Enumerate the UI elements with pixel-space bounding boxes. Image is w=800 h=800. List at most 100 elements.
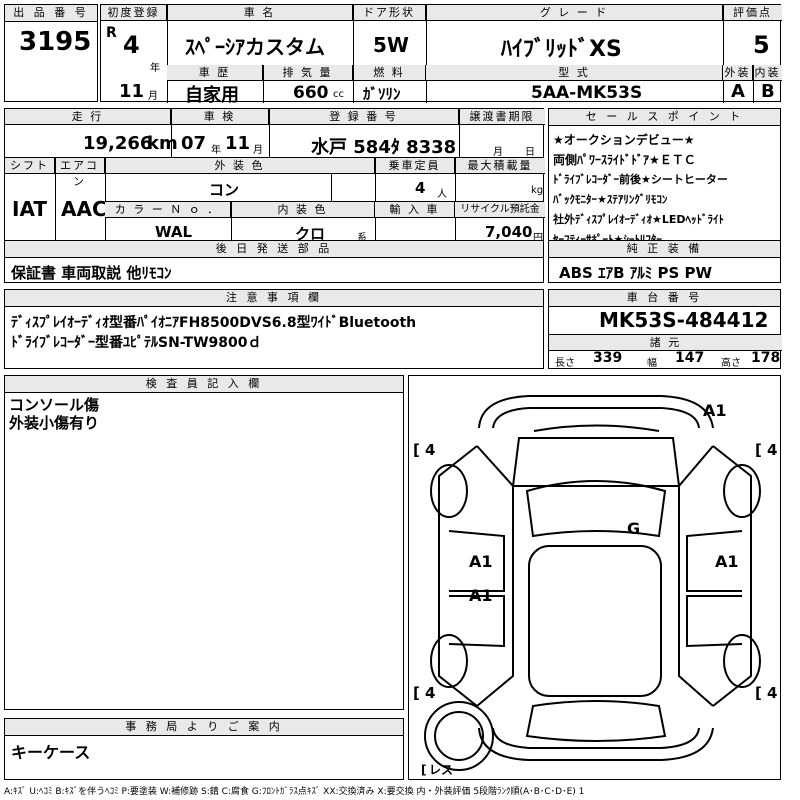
later-parts-value: 保証書 車両取説 他ﾘﾓｺﾝ [11, 264, 172, 282]
notes-label: 注 意 事 項 欄 [5, 290, 543, 307]
sales-point-line: 社外ﾃﾞｨｽﾌﾟﾚｲｵｰﾃﾞｨｵ★LEDﾍｯﾄﾞﾗｲﾄ [553, 213, 725, 226]
car-diagram: A1 G A1 A1 A1 [ 4 [ 4 [ 4 [ 4 [ レス [413, 395, 777, 777]
tire-fl-value: 4 [425, 441, 435, 459]
spare-tire-value: レス [429, 763, 453, 777]
tire-bracket: [ [413, 684, 420, 702]
transfer-month-unit: 月 [493, 147, 503, 158]
notes-line-1: ﾃﾞｨｽﾌﾟﾚｲｵｰﾃﾞｨｵ型番ﾊﾟｲｵﾆｱFH8500DVS6.8型ﾜｲﾄﾞB… [11, 315, 417, 331]
score-label: 評価点 [723, 5, 782, 21]
chassis-box: 車 台 番 号 MK53S-484412 諸 元 長さ 339 幅 147 高さ… [548, 289, 782, 369]
tire-fr-value: 4 [767, 441, 777, 459]
transfer-label: 譲渡書期限 [459, 109, 545, 125]
transfer-day-unit: 日 [525, 147, 535, 158]
spec-height-label: 高さ [721, 358, 741, 369]
sales-point-line: ﾄﾞﾗｲﾌﾞﾚｺｰﾀﾞｰ前後★シートヒーター [553, 173, 728, 186]
mileage-unit: km [147, 133, 178, 154]
sales-point-line: ﾊﾞｯｸﾓﾆﾀｰ★ｽﾃｱﾘﾝｸﾞﾘﾓｺﾝ [553, 193, 668, 206]
max-load-label: 最大積載量 [455, 158, 545, 174]
spec-height-value: 178 [751, 350, 781, 366]
fuel-label: 燃 料 [353, 65, 426, 81]
model-label: 型 式 [426, 65, 723, 81]
damage-mark: G [627, 519, 640, 538]
model-value: 5AA-MK53S [531, 83, 643, 103]
genuine-label: 純 正 装 備 [549, 241, 780, 258]
door-label: ドア形状 [353, 5, 426, 21]
chassis-value: MK53S-484412 [599, 308, 769, 332]
spec-length-value: 339 [593, 350, 623, 366]
genuine-equipment-box: 純 正 装 備 ABS ｴｱB ｱﾙﾐ PS PW [548, 240, 781, 283]
inspector-label: 検 査 員 記 入 欄 [5, 376, 403, 393]
history-label: 車 歴 [167, 65, 263, 81]
office-box: 事 務 局 よ り ご 案 内 キーケース [4, 718, 404, 780]
office-value: キーケース [11, 743, 91, 762]
plate-label: 登 録 番 号 [269, 109, 459, 125]
ac-value: AAC [61, 197, 107, 221]
notes-line-2: ﾄﾞﾗｲﾌﾞﾚｺｰﾀﾞｰ型番ﾕﾋﾟﾃﾙSN-TW9800ｄ [11, 335, 262, 351]
grade-value: ﾊｲﾌﾞﾘｯﾄﾞXS [501, 37, 622, 62]
displacement-label: 排 気 量 [263, 65, 353, 81]
plate-value: 水戸 584ﾀ 8338 [311, 137, 457, 158]
score-value: 5 [753, 31, 770, 59]
first-reg-month: 11 [119, 81, 145, 102]
chassis-label: 車 台 番 号 [549, 290, 780, 307]
history-value: 自家用 [185, 85, 239, 106]
mileage-label: 走 行 [5, 109, 171, 125]
lot-number-value: 3195 [19, 27, 92, 57]
inspection-label: 車 検 [171, 109, 269, 125]
inspection-month-unit: 月 [253, 145, 263, 156]
first-reg-year-unit: 年 [150, 63, 160, 74]
office-label: 事 務 局 よ り ご 案 内 [5, 719, 403, 736]
capacity-value: 4 [415, 179, 426, 197]
recycle-value: 7,040 [485, 223, 533, 241]
inspection-month: 11 [225, 133, 251, 154]
grade-label: グ レ ー ド [426, 5, 723, 21]
sales-points-label: セ ー ル ス ポ イ ン ト [549, 109, 780, 126]
sales-points-box: セ ー ル ス ポ イ ン ト ★オークションデビュー★ 両側ﾊﾟﾜｰｽﾗｲﾄﾞ… [548, 108, 781, 253]
capacity-unit: 人 [437, 189, 447, 200]
displacement-value: 660 [293, 83, 329, 103]
first-reg-label: 初度登録 [101, 5, 167, 21]
legend-text: A:ｷｽﾞ U:ﾍｺﾐ B:ｷｽﾞを伴うﾍｺﾐ P:要塗装 W:補修跡 S:錆 … [4, 787, 585, 797]
genuine-value: ABS ｴｱB ｱﾙﾐ PS PW [559, 264, 713, 282]
import-label: 輸 入 車 [375, 202, 455, 218]
mileage-value: 19,266 [83, 133, 153, 154]
notes-box: 注 意 事 項 欄 ﾃﾞｨｽﾌﾟﾚｲｵｰﾃﾞｨｵ型番ﾊﾟｲｵﾆｱFH8500DV… [4, 289, 544, 369]
lot-number-label: 出 品 番 号 [5, 5, 97, 22]
exterior-grade-value: A [731, 81, 745, 102]
later-parts-label: 後 日 発 送 部 品 [5, 241, 543, 258]
inspector-box: 検 査 員 記 入 欄 コンソール傷 外装小傷有り [4, 375, 404, 710]
inspector-line-2: 外装小傷有り [9, 414, 100, 432]
sales-point-line: 両側ﾊﾟﾜｰｽﾗｲﾄﾞﾄﾞｱ★ＥＴＣ [553, 153, 696, 167]
displacement-unit: cc [333, 89, 344, 100]
inspection-year: 07 [181, 133, 207, 154]
sales-point-line: ★オークションデビュー★ [553, 133, 695, 147]
fuel-value: ｶﾞｿﾘﾝ [363, 85, 401, 103]
damage-mark: A1 [703, 401, 727, 420]
shift-label: シフト [5, 158, 55, 174]
damage-mark: A1 [715, 552, 739, 571]
tire-bracket: [ [421, 763, 426, 777]
interior-grade-label: 内装 [753, 65, 782, 81]
recycle-label: リサイクル預託金 [455, 202, 545, 218]
damage-mark: A1 [469, 586, 493, 605]
first-reg-era: R [106, 25, 117, 41]
tire-rr-value: 4 [767, 684, 777, 702]
first-reg-year: 4 [123, 31, 140, 59]
shift-value: IAT [12, 197, 48, 221]
interior-grade-value: B [761, 81, 775, 102]
first-reg-month-unit: 月 [148, 91, 158, 102]
int-color-label: 内 装 色 [231, 202, 375, 218]
later-parts-box: 後 日 発 送 部 品 保証書 車両取説 他ﾘﾓｺﾝ [4, 240, 544, 283]
ext-color-label: 外 装 色 [105, 158, 375, 174]
spec-width-label: 幅 [647, 358, 657, 369]
tire-bracket: [ [755, 441, 762, 459]
lot-number-box: 出 品 番 号 3195 [4, 4, 98, 102]
inspection-year-unit: 年 [211, 145, 221, 156]
tire-rl-value: 4 [425, 684, 435, 702]
capacity-label: 乗車定員 [375, 158, 455, 174]
car-name-label: 車 名 [167, 5, 353, 21]
tire-bracket: [ [413, 441, 420, 459]
max-load-unit: kg [531, 185, 544, 196]
damage-mark: A1 [469, 552, 493, 571]
exterior-grade-label: 外装 [723, 65, 753, 81]
